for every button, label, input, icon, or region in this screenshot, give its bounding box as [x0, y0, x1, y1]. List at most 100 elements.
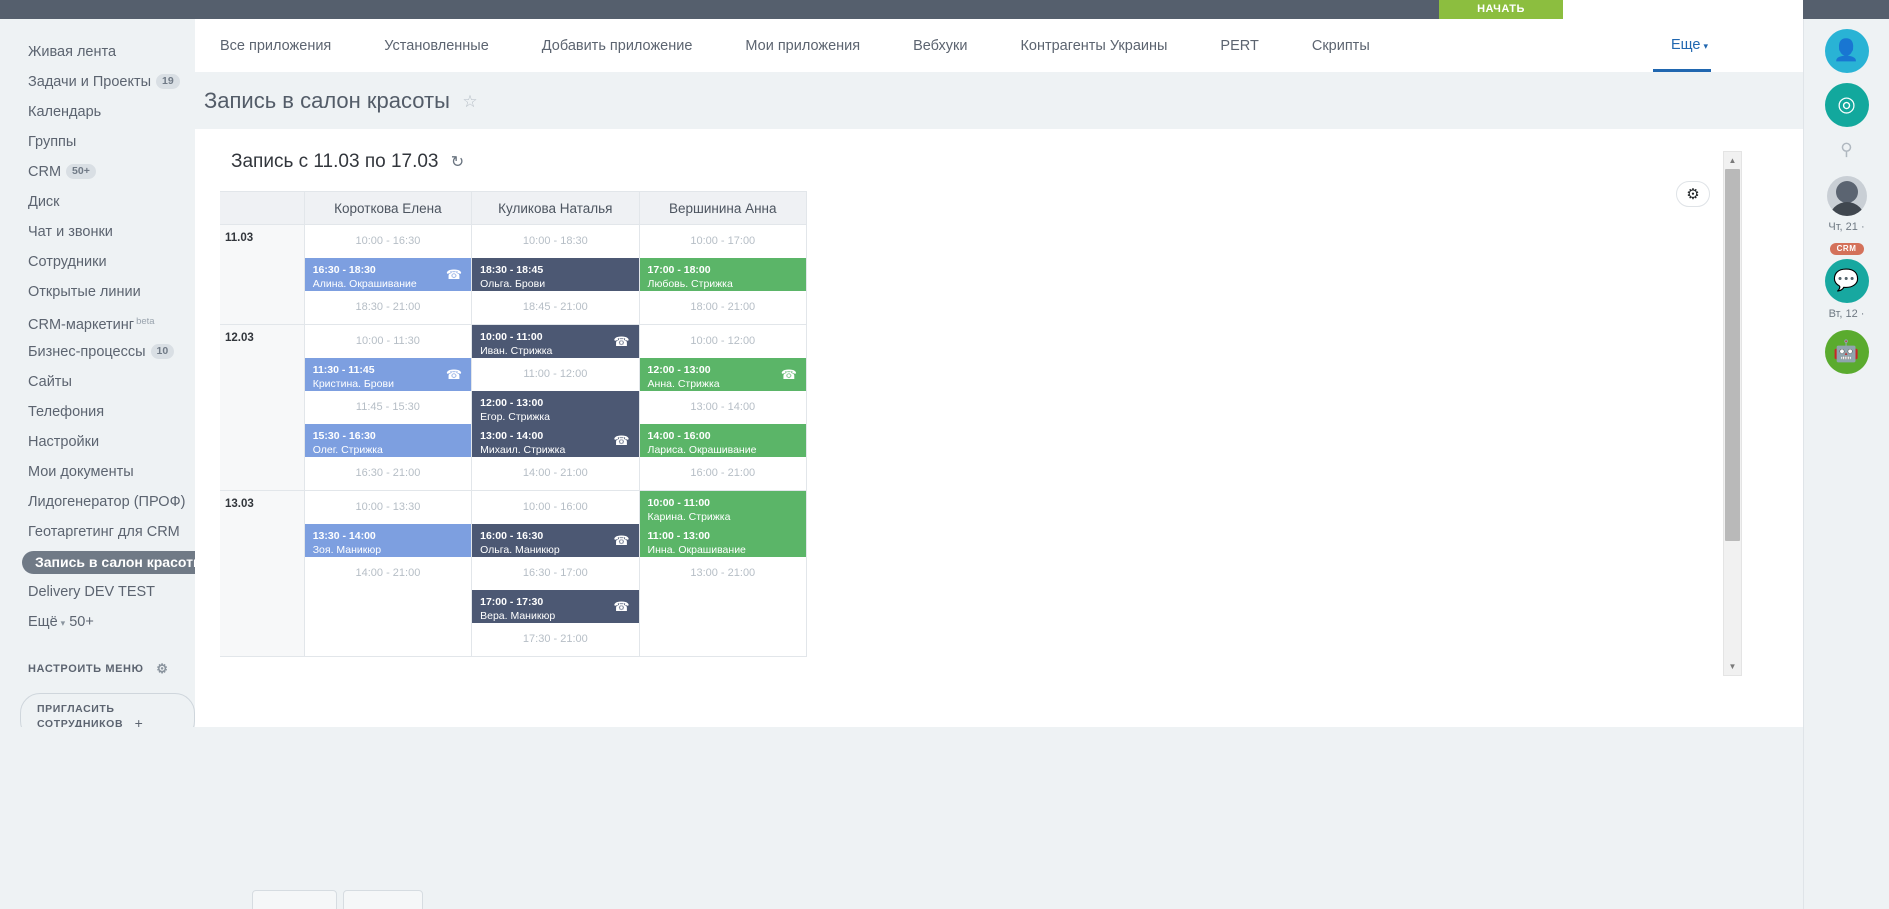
- phone-icon[interactable]: ☎: [446, 267, 462, 283]
- sidebar-item-12[interactable]: Телефония: [0, 397, 195, 427]
- sidebar-item-11[interactable]: Сайты: [0, 367, 195, 397]
- phone-icon[interactable]: ☎: [613, 599, 629, 615]
- phone-icon[interactable]: ☎: [446, 367, 462, 383]
- sidebar-item-9[interactable]: CRM-маркетинг beta: [0, 307, 195, 337]
- booking-slot[interactable]: 12:00 - 13:00 Егор. Стрижка: [472, 391, 639, 424]
- booking-time: 10:00 - 11:00: [480, 331, 543, 343]
- crm-chat-icon[interactable]: 💬: [1824, 259, 1869, 303]
- start-button[interactable]: НАЧАТЬ: [1439, 0, 1563, 19]
- booking-slot[interactable]: 10:00 - 11:00 Иван. Стрижка ☎: [472, 325, 639, 358]
- phone-icon[interactable]: ☎: [613, 334, 629, 350]
- sidebar-item-label: Запись в салон красоты: [22, 551, 218, 574]
- tab-7[interactable]: Скрипты: [1312, 38, 1370, 54]
- free-slot[interactable]: 10:00 - 11:30: [305, 325, 471, 358]
- tab-6[interactable]: PERT: [1220, 38, 1258, 54]
- free-slot[interactable]: 18:30 - 21:00: [305, 291, 471, 324]
- free-slot[interactable]: 10:00 - 16:30: [305, 225, 471, 258]
- free-slot[interactable]: 10:00 - 12:00: [640, 325, 806, 358]
- vertical-scrollbar[interactable]: ▲ ▼: [1723, 151, 1742, 676]
- free-slot[interactable]: 10:00 - 13:30: [305, 491, 471, 524]
- sidebar-item-3[interactable]: Группы: [0, 127, 195, 157]
- booking-time: 13:00 - 14:00: [480, 430, 544, 442]
- schedule-range-title: Запись с 11.03 по 17.03: [231, 151, 439, 172]
- star-outline-icon[interactable]: ☆: [462, 92, 477, 111]
- tab-more[interactable]: Еще ▾: [1671, 19, 1708, 73]
- phone-icon[interactable]: ☎: [781, 367, 797, 383]
- booking-slot[interactable]: 12:00 - 13:00 Анна. Стрижка ☎: [639, 358, 806, 391]
- tab-5[interactable]: Контрагенты Украины: [1020, 38, 1167, 54]
- free-slot[interactable]: 11:45 - 15:30: [305, 391, 471, 424]
- free-slot[interactable]: 17:30 - 21:00: [472, 623, 638, 656]
- booking-slot[interactable]: 16:30 - 18:30 Алина. Окрашивание ☎: [304, 258, 472, 291]
- taskbar-chip-2[interactable]: [343, 890, 423, 909]
- scroll-up-arrow-icon[interactable]: ▲: [1724, 152, 1741, 169]
- free-slot[interactable]: 16:30 - 17:00: [472, 557, 638, 590]
- sidebar-item-15[interactable]: Лидогенератор (ПРОФ): [0, 487, 195, 517]
- sidebar-item-8[interactable]: Открытые линии: [0, 277, 195, 307]
- sidebar-item-more[interactable]: Ещё ▾ 50+: [0, 607, 195, 637]
- free-slot[interactable]: 18:45 - 21:00: [472, 291, 638, 324]
- sidebar-item-6[interactable]: Чат и звонки: [0, 217, 195, 247]
- free-slot[interactable]: 13:00 - 14:00: [640, 391, 806, 424]
- booking-slot[interactable]: 17:00 - 17:30 Вера. Маникюр ☎: [472, 590, 639, 623]
- sidebar-item-7[interactable]: Сотрудники: [0, 247, 195, 277]
- scroll-down-arrow-icon[interactable]: ▼: [1724, 658, 1741, 675]
- settings-gear-button[interactable]: ⚙: [1676, 181, 1710, 207]
- configure-menu-button[interactable]: НАСТРОИТЬ МЕНЮ ⚙: [0, 661, 195, 677]
- sidebar-item-4[interactable]: CRM 50+: [0, 157, 195, 187]
- booking-slot[interactable]: 17:00 - 18:00 Любовь. Стрижка: [639, 258, 806, 291]
- tab-4[interactable]: Вебхуки: [913, 38, 967, 54]
- booking-slot[interactable]: 11:30 - 11:45 Кристина. Брови ☎: [304, 358, 472, 391]
- sidebar-item-17[interactable]: Запись в салон красоты: [0, 547, 218, 577]
- sidebar-item-14[interactable]: Мои документы: [0, 457, 195, 487]
- refresh-icon[interactable]: ↻: [451, 154, 464, 171]
- sidebar-item-label: CRM-маркетинг: [28, 317, 135, 333]
- schedule-day-column: 10:00 - 11:30 11:30 - 11:45 Кристина. Бров…: [303, 324, 473, 491]
- free-slot[interactable]: 14:00 - 21:00: [305, 557, 471, 590]
- tab-3[interactable]: Мои приложения: [745, 38, 860, 54]
- target-list-icon[interactable]: ◎: [1824, 83, 1869, 127]
- free-slot[interactable]: 16:30 - 21:00: [305, 457, 471, 490]
- search-icon[interactable]: ⚲: [1804, 140, 1889, 160]
- phone-icon[interactable]: ☎: [613, 533, 629, 549]
- sidebar-item-10[interactable]: Бизнес-процессы 10: [0, 337, 195, 367]
- sidebar-item-label: Диск: [28, 194, 60, 210]
- tab-1[interactable]: Установленные: [384, 38, 489, 54]
- booking-slot[interactable]: 13:00 - 14:00 Михаил. Стрижка ☎: [472, 424, 639, 457]
- free-slot[interactable]: 14:00 - 21:00: [472, 457, 638, 490]
- free-slot[interactable]: 16:00 - 21:00: [640, 457, 806, 490]
- free-slot[interactable]: 10:00 - 18:30: [472, 225, 638, 258]
- booking-slot[interactable]: 18:30 - 18:45 Ольга. Брови: [472, 258, 639, 291]
- sidebar-item-18[interactable]: Delivery DEV TEST: [0, 577, 195, 607]
- booking-slot[interactable]: 11:00 - 13:00 Инна. Окрашивание: [639, 524, 806, 557]
- sidebar-item-16[interactable]: Геотаргетинг для CRM: [0, 517, 195, 547]
- sidebar-item-label: Сотрудники: [28, 254, 107, 270]
- booking-slot[interactable]: 16:00 - 16:30 Ольга. Маникюр ☎: [472, 524, 639, 557]
- tab-2[interactable]: Добавить приложение: [542, 38, 693, 54]
- sidebar-item-1[interactable]: Задачи и Проекты 19: [0, 67, 195, 97]
- scrollbar-thumb[interactable]: [1725, 169, 1740, 541]
- avatar[interactable]: [1826, 176, 1867, 216]
- sidebar-item-0[interactable]: Живая лента: [0, 37, 195, 67]
- booking-client: Алина. Окрашивание: [312, 278, 417, 290]
- booking-time: 12:00 - 13:00: [480, 397, 544, 409]
- person-circle-icon[interactable]: 👤: [1824, 29, 1869, 73]
- booking-slot[interactable]: 10:00 - 11:00 Карина. Стрижка: [639, 491, 806, 524]
- free-slot[interactable]: 13:00 - 21:00: [640, 557, 806, 590]
- robot-icon[interactable]: 🤖: [1824, 330, 1869, 374]
- free-slot[interactable]: 10:00 - 16:00: [472, 491, 638, 524]
- booking-slot[interactable]: 13:30 - 14:00 Зоя. Маникюр: [304, 524, 472, 557]
- app-tabs-bar: Все приложения Установленные Добавить прил…: [195, 19, 1803, 72]
- phone-icon[interactable]: ☎: [613, 433, 629, 449]
- free-slot[interactable]: 11:00 - 12:00: [472, 358, 638, 391]
- sidebar-item-2[interactable]: Календарь: [0, 97, 195, 127]
- sidebar-item-13[interactable]: Настройки: [0, 427, 195, 457]
- sidebar-item-5[interactable]: Диск: [0, 187, 195, 217]
- booking-slot[interactable]: 15:30 - 16:30 Олег. Стрижка: [304, 424, 472, 457]
- taskbar-chip-1[interactable]: [252, 890, 337, 909]
- booking-slot[interactable]: 14:00 - 16:00 Лариса. Окрашивание: [639, 424, 806, 457]
- free-slot[interactable]: 10:00 - 17:00: [640, 225, 806, 258]
- tab-0[interactable]: Все приложения: [220, 38, 331, 54]
- sidebar-item-label: Бизнес-процессы: [28, 344, 146, 360]
- free-slot[interactable]: 18:00 - 21:00: [640, 291, 806, 324]
